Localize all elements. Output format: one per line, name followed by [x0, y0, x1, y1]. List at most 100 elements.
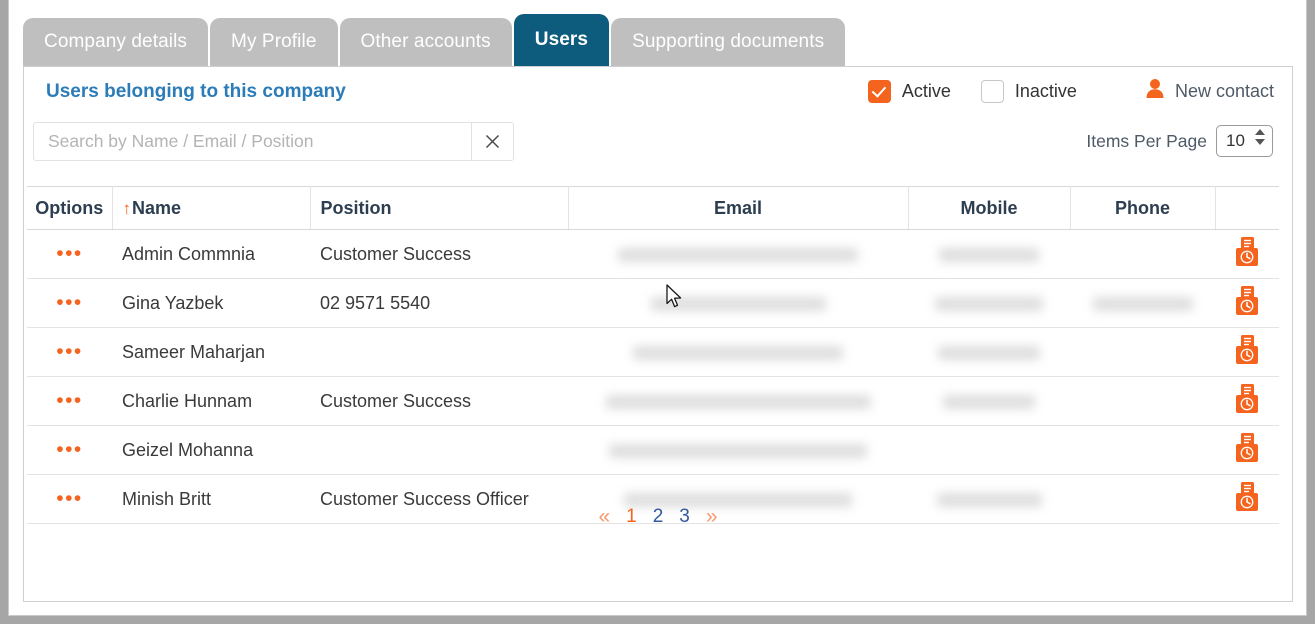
tab-users[interactable]: Users	[513, 14, 610, 66]
arrow-up-icon: ↑	[122, 198, 132, 218]
pagination-page-1[interactable]: 1	[624, 506, 639, 528]
ellipsis-icon[interactable]: •••	[56, 389, 83, 412]
cell-phone	[1070, 327, 1215, 377]
cell-name: Charlie Hunnam	[112, 376, 310, 426]
cell-actions	[1215, 278, 1279, 328]
redacted-value	[650, 296, 826, 311]
cell-actions	[1215, 327, 1279, 377]
table-row[interactable]: ••• Charlie Hunnam Customer Success	[27, 376, 1279, 426]
tab-other-accounts[interactable]: Other accounts	[339, 18, 512, 66]
cell-mobile	[908, 376, 1070, 426]
tab-company-details[interactable]: Company details	[23, 18, 209, 66]
chevron-down-icon[interactable]	[1255, 139, 1265, 145]
search-box	[33, 122, 514, 161]
cell-position: Customer Success	[310, 376, 568, 426]
table-header-row: Options ↑Name Position Email Mobile Phone	[27, 186, 1279, 230]
column-header-options[interactable]: Options	[27, 186, 113, 230]
clear-search-icon[interactable]	[471, 123, 513, 160]
items-per-page-stepper[interactable]: 10	[1216, 125, 1273, 157]
checkbox-inactive-box[interactable]	[980, 79, 1004, 103]
table-row[interactable]: ••• Gina Yazbek 02 9571 5540	[27, 278, 1279, 328]
new-contact-label: New contact	[1174, 80, 1274, 101]
row-options-button[interactable]: •••	[27, 425, 112, 475]
checkbox-active-box[interactable]	[867, 79, 891, 103]
document-clock-icon[interactable]	[1232, 334, 1262, 366]
cell-mobile	[908, 327, 1070, 377]
column-header-label: Options	[35, 197, 104, 218]
search-row: Items Per Page 10	[24, 119, 1292, 171]
cell-phone	[1070, 425, 1215, 475]
cell-actions	[1215, 425, 1279, 475]
redacted-value	[943, 394, 1035, 409]
tab-my-profile[interactable]: My Profile	[210, 18, 338, 66]
table-row[interactable]: ••• Geizel Mohanna	[27, 425, 1279, 475]
row-options-button[interactable]: •••	[27, 376, 112, 426]
cell-phone	[1070, 278, 1215, 328]
document-clock-icon[interactable]	[1232, 285, 1262, 317]
cell-position	[310, 327, 568, 377]
redacted-value	[618, 247, 858, 262]
row-options-button[interactable]: •••	[27, 327, 112, 377]
pagination-page-3[interactable]: 3	[677, 506, 692, 528]
tab-supporting-documents[interactable]: Supporting documents	[611, 18, 846, 66]
ellipsis-icon[interactable]: •••	[56, 438, 83, 461]
column-header-label: Phone	[1114, 197, 1170, 218]
person-icon	[1145, 78, 1165, 104]
cell-name: Admin Commnia	[112, 229, 310, 279]
cell-email	[568, 327, 908, 377]
ellipsis-icon[interactable]: •••	[56, 291, 83, 314]
cell-position: Customer Success	[310, 229, 568, 279]
column-header-name[interactable]: ↑Name	[112, 186, 311, 230]
row-options-button[interactable]: •••	[27, 229, 112, 279]
cell-mobile	[908, 425, 1070, 475]
redacted-value	[938, 345, 1040, 360]
filter-checkbox-inactive[interactable]: Inactive	[980, 79, 1077, 103]
cell-email	[568, 376, 908, 426]
ellipsis-icon[interactable]: •••	[56, 242, 83, 265]
document-clock-icon[interactable]	[1232, 236, 1262, 268]
tab-bar: Company details My Profile Other accounts U…	[9, 14, 847, 66]
cell-name: Gina Yazbek	[112, 278, 310, 328]
application-window: Company details My Profile Other accounts U…	[8, 0, 1307, 616]
column-header-label: Position	[320, 197, 392, 218]
column-header-mobile[interactable]: Mobile	[908, 186, 1071, 230]
column-header-actions[interactable]	[1215, 186, 1279, 230]
column-header-label: Mobile	[960, 197, 1018, 218]
redacted-value	[605, 394, 871, 409]
cell-actions	[1215, 376, 1279, 426]
cell-position: 02 9571 5540	[310, 278, 568, 328]
pagination-first[interactable]: «	[596, 505, 612, 529]
ellipsis-icon[interactable]: •••	[56, 340, 83, 363]
column-header-phone[interactable]: Phone	[1070, 186, 1216, 230]
search-input[interactable]	[34, 123, 471, 160]
cell-email	[568, 278, 908, 328]
new-contact-button[interactable]: New contact	[1145, 78, 1274, 104]
pagination-page-2[interactable]: 2	[651, 506, 666, 528]
chevron-up-icon[interactable]	[1255, 129, 1265, 135]
cell-phone	[1070, 376, 1215, 426]
users-panel: Users belonging to this company Active I…	[23, 66, 1293, 602]
table-row[interactable]: ••• Admin Commnia Customer Success	[27, 229, 1279, 279]
pagination-last[interactable]: »	[704, 505, 720, 529]
column-header-label: Email	[713, 197, 763, 218]
pagination: « 1 2 3 »	[24, 505, 1292, 529]
document-clock-icon[interactable]	[1232, 432, 1262, 464]
table-row[interactable]: ••• Sameer Maharjan	[27, 327, 1279, 377]
checkbox-inactive-label: Inactive	[1014, 80, 1077, 101]
filter-checkbox-active[interactable]: Active	[867, 79, 951, 103]
redacted-value	[1092, 296, 1193, 311]
items-per-page-label: Items Per Page	[1086, 130, 1207, 151]
items-per-page-control: Items Per Page 10	[1086, 125, 1273, 157]
cell-email	[568, 229, 908, 279]
stepper-arrows[interactable]	[1255, 129, 1265, 145]
checkbox-active-label: Active	[901, 80, 951, 101]
document-clock-icon[interactable]	[1232, 383, 1262, 415]
cell-phone	[1070, 229, 1215, 279]
filter-group: Active Inactive New contact	[867, 78, 1274, 104]
panel-header: Users belonging to this company Active I…	[24, 67, 1292, 119]
row-options-button[interactable]: •••	[27, 278, 112, 328]
column-header-position[interactable]: Position	[310, 186, 569, 230]
redacted-value	[939, 247, 1039, 262]
redacted-value	[935, 296, 1043, 311]
column-header-email[interactable]: Email	[568, 186, 909, 230]
